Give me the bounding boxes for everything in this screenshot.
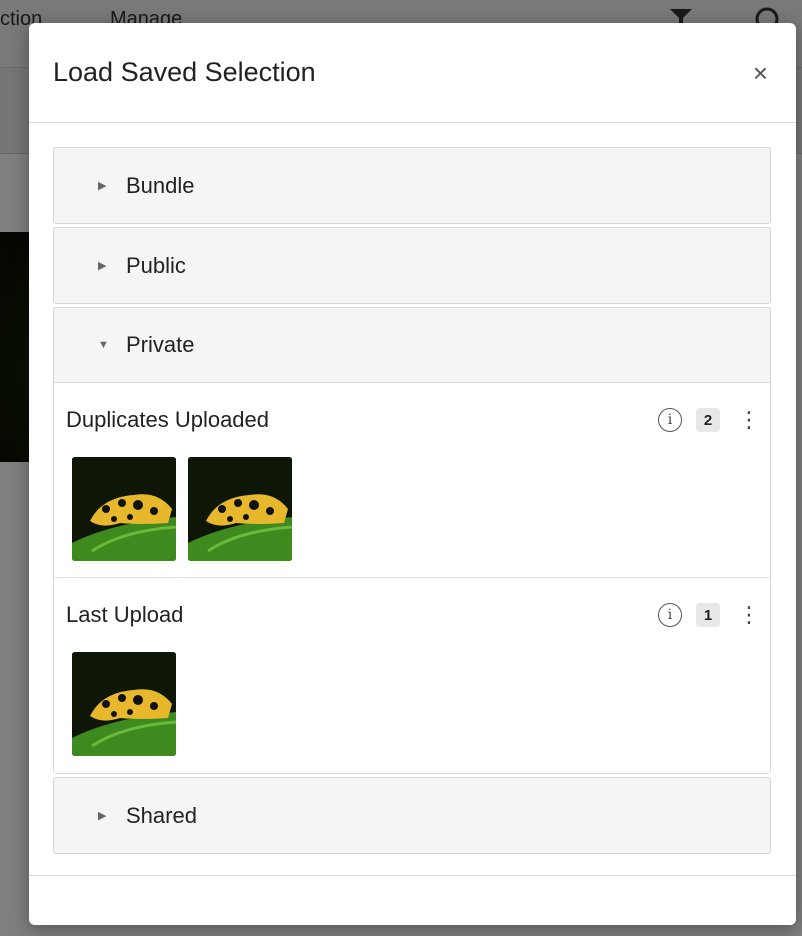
accordion-label: Private — [126, 332, 195, 357]
kebab-menu-icon[interactable]: ⋮ — [738, 604, 760, 626]
load-saved-selection-modal: Load Saved Selection × ▶ Bundle ▶ Public… — [29, 23, 796, 925]
accordion-section-private: ▼ Private Duplicates Uploaded i 2 ⋮ Last… — [53, 307, 771, 774]
item-count-badge: 1 — [696, 603, 720, 627]
info-icon[interactable]: i — [658, 603, 682, 627]
frog-thumbnail[interactable] — [72, 457, 176, 561]
accordion-section-bundle: ▶ Bundle — [53, 147, 771, 224]
modal-header: Load Saved Selection × — [29, 23, 796, 123]
accordion-header-public[interactable]: ▶ Public — [54, 228, 770, 303]
caret-down-icon: ▼ — [98, 339, 109, 351]
selection-accordion: ▶ Bundle ▶ Public ▼ Private Duplicates U… — [53, 147, 771, 857]
modal-title: Load Saved Selection — [53, 57, 316, 87]
modal-footer — [29, 875, 796, 925]
accordion-section-shared: ▶ Shared — [53, 777, 771, 854]
close-icon[interactable]: × — [753, 60, 768, 86]
saved-selection-item[interactable]: Last Upload i 1 ⋮ — [54, 578, 770, 773]
accordion-section-public: ▶ Public — [53, 227, 771, 304]
kebab-menu-icon[interactable]: ⋮ — [738, 409, 760, 431]
item-count-badge: 2 — [696, 408, 720, 432]
saved-selection-name: Last Upload — [66, 602, 184, 627]
caret-right-icon: ▶ — [98, 260, 107, 272]
saved-selection-item[interactable]: Duplicates Uploaded i 2 ⋮ — [54, 383, 770, 578]
frog-thumbnail[interactable] — [72, 652, 176, 756]
accordion-label: Bundle — [126, 172, 195, 198]
saved-selection-tools: i 2 ⋮ — [658, 408, 760, 432]
accordion-label: Shared — [126, 802, 197, 828]
saved-selection-header: Last Upload i 1 ⋮ — [66, 578, 760, 652]
frog-thumbnail[interactable] — [188, 457, 292, 561]
accordion-header-private[interactable]: ▼ Private — [54, 308, 770, 383]
private-selection-list: Duplicates Uploaded i 2 ⋮ Last Upload i … — [54, 383, 770, 773]
thumbnail-strip — [66, 652, 758, 756]
accordion-header-shared[interactable]: ▶ Shared — [54, 778, 770, 853]
saved-selection-name: Duplicates Uploaded — [66, 407, 270, 432]
modal-body: ▶ Bundle ▶ Public ▼ Private Duplicates U… — [29, 123, 796, 875]
accordion-label: Public — [126, 252, 186, 278]
accordion-header-bundle[interactable]: ▶ Bundle — [54, 148, 770, 223]
info-icon[interactable]: i — [658, 408, 682, 432]
saved-selection-tools: i 1 ⋮ — [658, 603, 760, 627]
caret-right-icon: ▶ — [98, 180, 107, 192]
caret-right-icon: ▶ — [98, 810, 107, 822]
saved-selection-header: Duplicates Uploaded i 2 ⋮ — [66, 383, 760, 457]
thumbnail-strip — [66, 457, 758, 561]
